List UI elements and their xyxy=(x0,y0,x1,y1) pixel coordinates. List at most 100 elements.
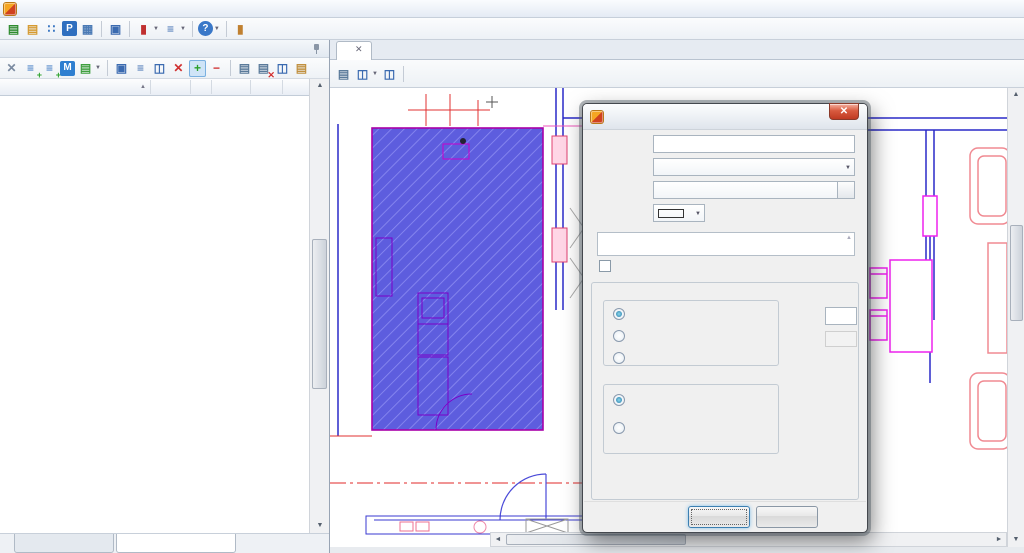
new-report-icon[interactable]: ▤ xyxy=(5,20,22,37)
print-icon[interactable]: ▤ xyxy=(236,60,253,77)
dialog-icon xyxy=(591,111,603,123)
edit-window-icon[interactable]: ▣ xyxy=(113,60,130,77)
scroll-thumb[interactable] xyxy=(506,534,686,545)
book-icon-dropdown-icon[interactable]: ▼ xyxy=(153,26,159,32)
remove-row-icon[interactable]: − xyxy=(208,60,225,77)
bakis-acisinda-radio[interactable] xyxy=(613,308,625,320)
wall-block xyxy=(552,136,567,164)
export-icon-dropdown-icon[interactable]: ▼ xyxy=(95,65,101,71)
tamam-button[interactable] xyxy=(688,506,750,528)
isaretleme-radio[interactable] xyxy=(613,352,625,364)
layers-icon[interactable]: ◫ xyxy=(381,65,398,82)
document-tab-bar: ✕ xyxy=(330,40,1024,60)
crosshair-cursor xyxy=(486,96,498,108)
scroll-right-icon[interactable]: ► xyxy=(992,533,1006,546)
groups-icon[interactable]: ∷ xyxy=(43,20,60,37)
sofa xyxy=(970,148,1007,449)
copy-icon-dropdown-icon[interactable]: ▼ xyxy=(372,71,378,77)
dialog-close-button[interactable]: ✕ xyxy=(829,103,859,120)
aciklama-input[interactable] xyxy=(653,135,855,153)
add-subgroup-icon[interactable]: ≡+ xyxy=(41,60,58,77)
poz-icon[interactable]: P xyxy=(62,21,77,36)
dimension-lines xyxy=(408,94,490,126)
paste-icon[interactable]: ▤ xyxy=(293,60,310,77)
scroll-down-icon[interactable]: ▼ xyxy=(1008,533,1024,547)
add-group-icon[interactable]: ≡+ xyxy=(22,60,39,77)
open-project-icon[interactable]: ▤ xyxy=(24,20,41,37)
scroll-up-icon[interactable]: ▲ xyxy=(1008,88,1024,102)
grid-rows xyxy=(0,96,309,533)
scroll-thumb[interactable] xyxy=(312,239,327,389)
hacim-dialog: ✕ ▼ ▼ ▲ xyxy=(582,103,868,533)
dialog-button-strip xyxy=(584,501,866,531)
separator xyxy=(403,66,404,82)
separator xyxy=(230,60,231,76)
add-row-icon[interactable]: + xyxy=(189,60,206,77)
print-icon[interactable]: ▤ xyxy=(335,65,352,82)
separator xyxy=(129,21,130,37)
copy-icon[interactable]: ◫ xyxy=(354,65,371,82)
help-icon[interactable]: ? xyxy=(198,21,213,36)
app-icon xyxy=(4,3,16,15)
main-toolbar: ▤▤∷P▦▣▮▼≡▼?▼▮ xyxy=(0,18,1024,40)
scroll-down-icon[interactable]: ▼ xyxy=(310,519,330,533)
ucgen-checkbox[interactable] xyxy=(599,260,611,272)
wall-lines xyxy=(556,88,563,310)
renk-dropdown[interactable]: ▼ xyxy=(653,204,705,222)
grid-header[interactable]: ▲ xyxy=(0,79,329,96)
dining-table xyxy=(870,260,932,352)
list-icon[interactable]: ≡ xyxy=(162,20,179,37)
delete-icon[interactable]: ✕ xyxy=(3,60,20,77)
bottom-strip xyxy=(330,547,1024,553)
list-view-icon[interactable]: ≡ xyxy=(132,60,149,77)
hacmin-olcumu-group xyxy=(603,300,779,366)
ortak-uzunluk-input[interactable] xyxy=(825,307,857,325)
canvas-vertical-scrollbar[interactable]: ▲ ▼ xyxy=(1007,88,1024,547)
measurement-icon[interactable]: M xyxy=(60,61,75,76)
delete-row-icon[interactable]: ✕ xyxy=(170,60,187,77)
kategori-select[interactable]: ▼ xyxy=(653,158,855,176)
work-groups-panel: ✕≡+≡+M▤▼▣≡◫✕+−▤▤✕◫▤ ▲ ▲ ▼ xyxy=(0,40,330,553)
book-icon[interactable]: ▮ xyxy=(135,20,152,37)
separator xyxy=(101,21,102,37)
export-icon[interactable]: ▤ xyxy=(77,60,94,77)
scroll-left-icon[interactable]: ◄ xyxy=(491,533,505,546)
tab-close-icon[interactable]: ✕ xyxy=(355,44,363,60)
tab-cizimler[interactable] xyxy=(14,534,114,553)
duplicate-icon[interactable]: ◫ xyxy=(151,60,168,77)
copy-icon[interactable]: ◫ xyxy=(274,60,291,77)
print-cancel-icon[interactable]: ▤✕ xyxy=(255,60,272,77)
help-icon-dropdown-icon[interactable]: ▼ xyxy=(214,26,220,32)
separator xyxy=(192,21,193,37)
poz-input[interactable] xyxy=(653,181,838,199)
panel-scrollbar[interactable]: ▲ ▼ xyxy=(309,79,329,533)
highlighted-room[interactable] xyxy=(372,128,543,430)
kalinlik-input-disabled xyxy=(825,331,857,347)
notlar-textarea[interactable]: ▲ xyxy=(597,232,855,256)
exit-icon[interactable]: ▮ xyxy=(232,20,249,37)
panel-header xyxy=(0,40,329,58)
scroll-up-icon[interactable]: ▲ xyxy=(310,79,330,93)
drawing-toolbar: ▤◫▼◫ xyxy=(330,60,1024,88)
list-icon-dropdown-icon[interactable]: ▼ xyxy=(180,26,186,32)
window-icon[interactable]: ▣ xyxy=(107,20,124,37)
dialog-title-bar[interactable] xyxy=(583,104,867,130)
noktalari-sec-radio[interactable] xyxy=(613,394,625,406)
metod-group xyxy=(603,384,779,454)
canvas-horizontal-scrollbar[interactable]: ◄ ► xyxy=(490,532,1007,547)
door-swing xyxy=(500,474,546,520)
objeleri-sec-radio[interactable] xyxy=(613,422,625,434)
sort-asc-icon: ▲ xyxy=(140,84,146,90)
panel-toolbar: ✕≡+≡+M▤▼▣≡◫✕+−▤▤✕◫▤ xyxy=(0,58,329,79)
card-icon[interactable]: ▦ xyxy=(79,20,96,37)
vazgec-button[interactable] xyxy=(756,506,818,528)
poz-browse-button[interactable] xyxy=(838,181,855,199)
wall-block xyxy=(923,196,937,236)
document-tab[interactable]: ✕ xyxy=(336,41,372,60)
separator xyxy=(107,60,108,76)
chevron-down-icon: ▼ xyxy=(695,211,701,217)
scroll-thumb[interactable] xyxy=(1010,225,1023,321)
pin-icon[interactable] xyxy=(312,44,321,54)
tab-is-gruplari[interactable] xyxy=(116,534,236,553)
dogrusal-nesne-radio[interactable] xyxy=(613,330,625,342)
